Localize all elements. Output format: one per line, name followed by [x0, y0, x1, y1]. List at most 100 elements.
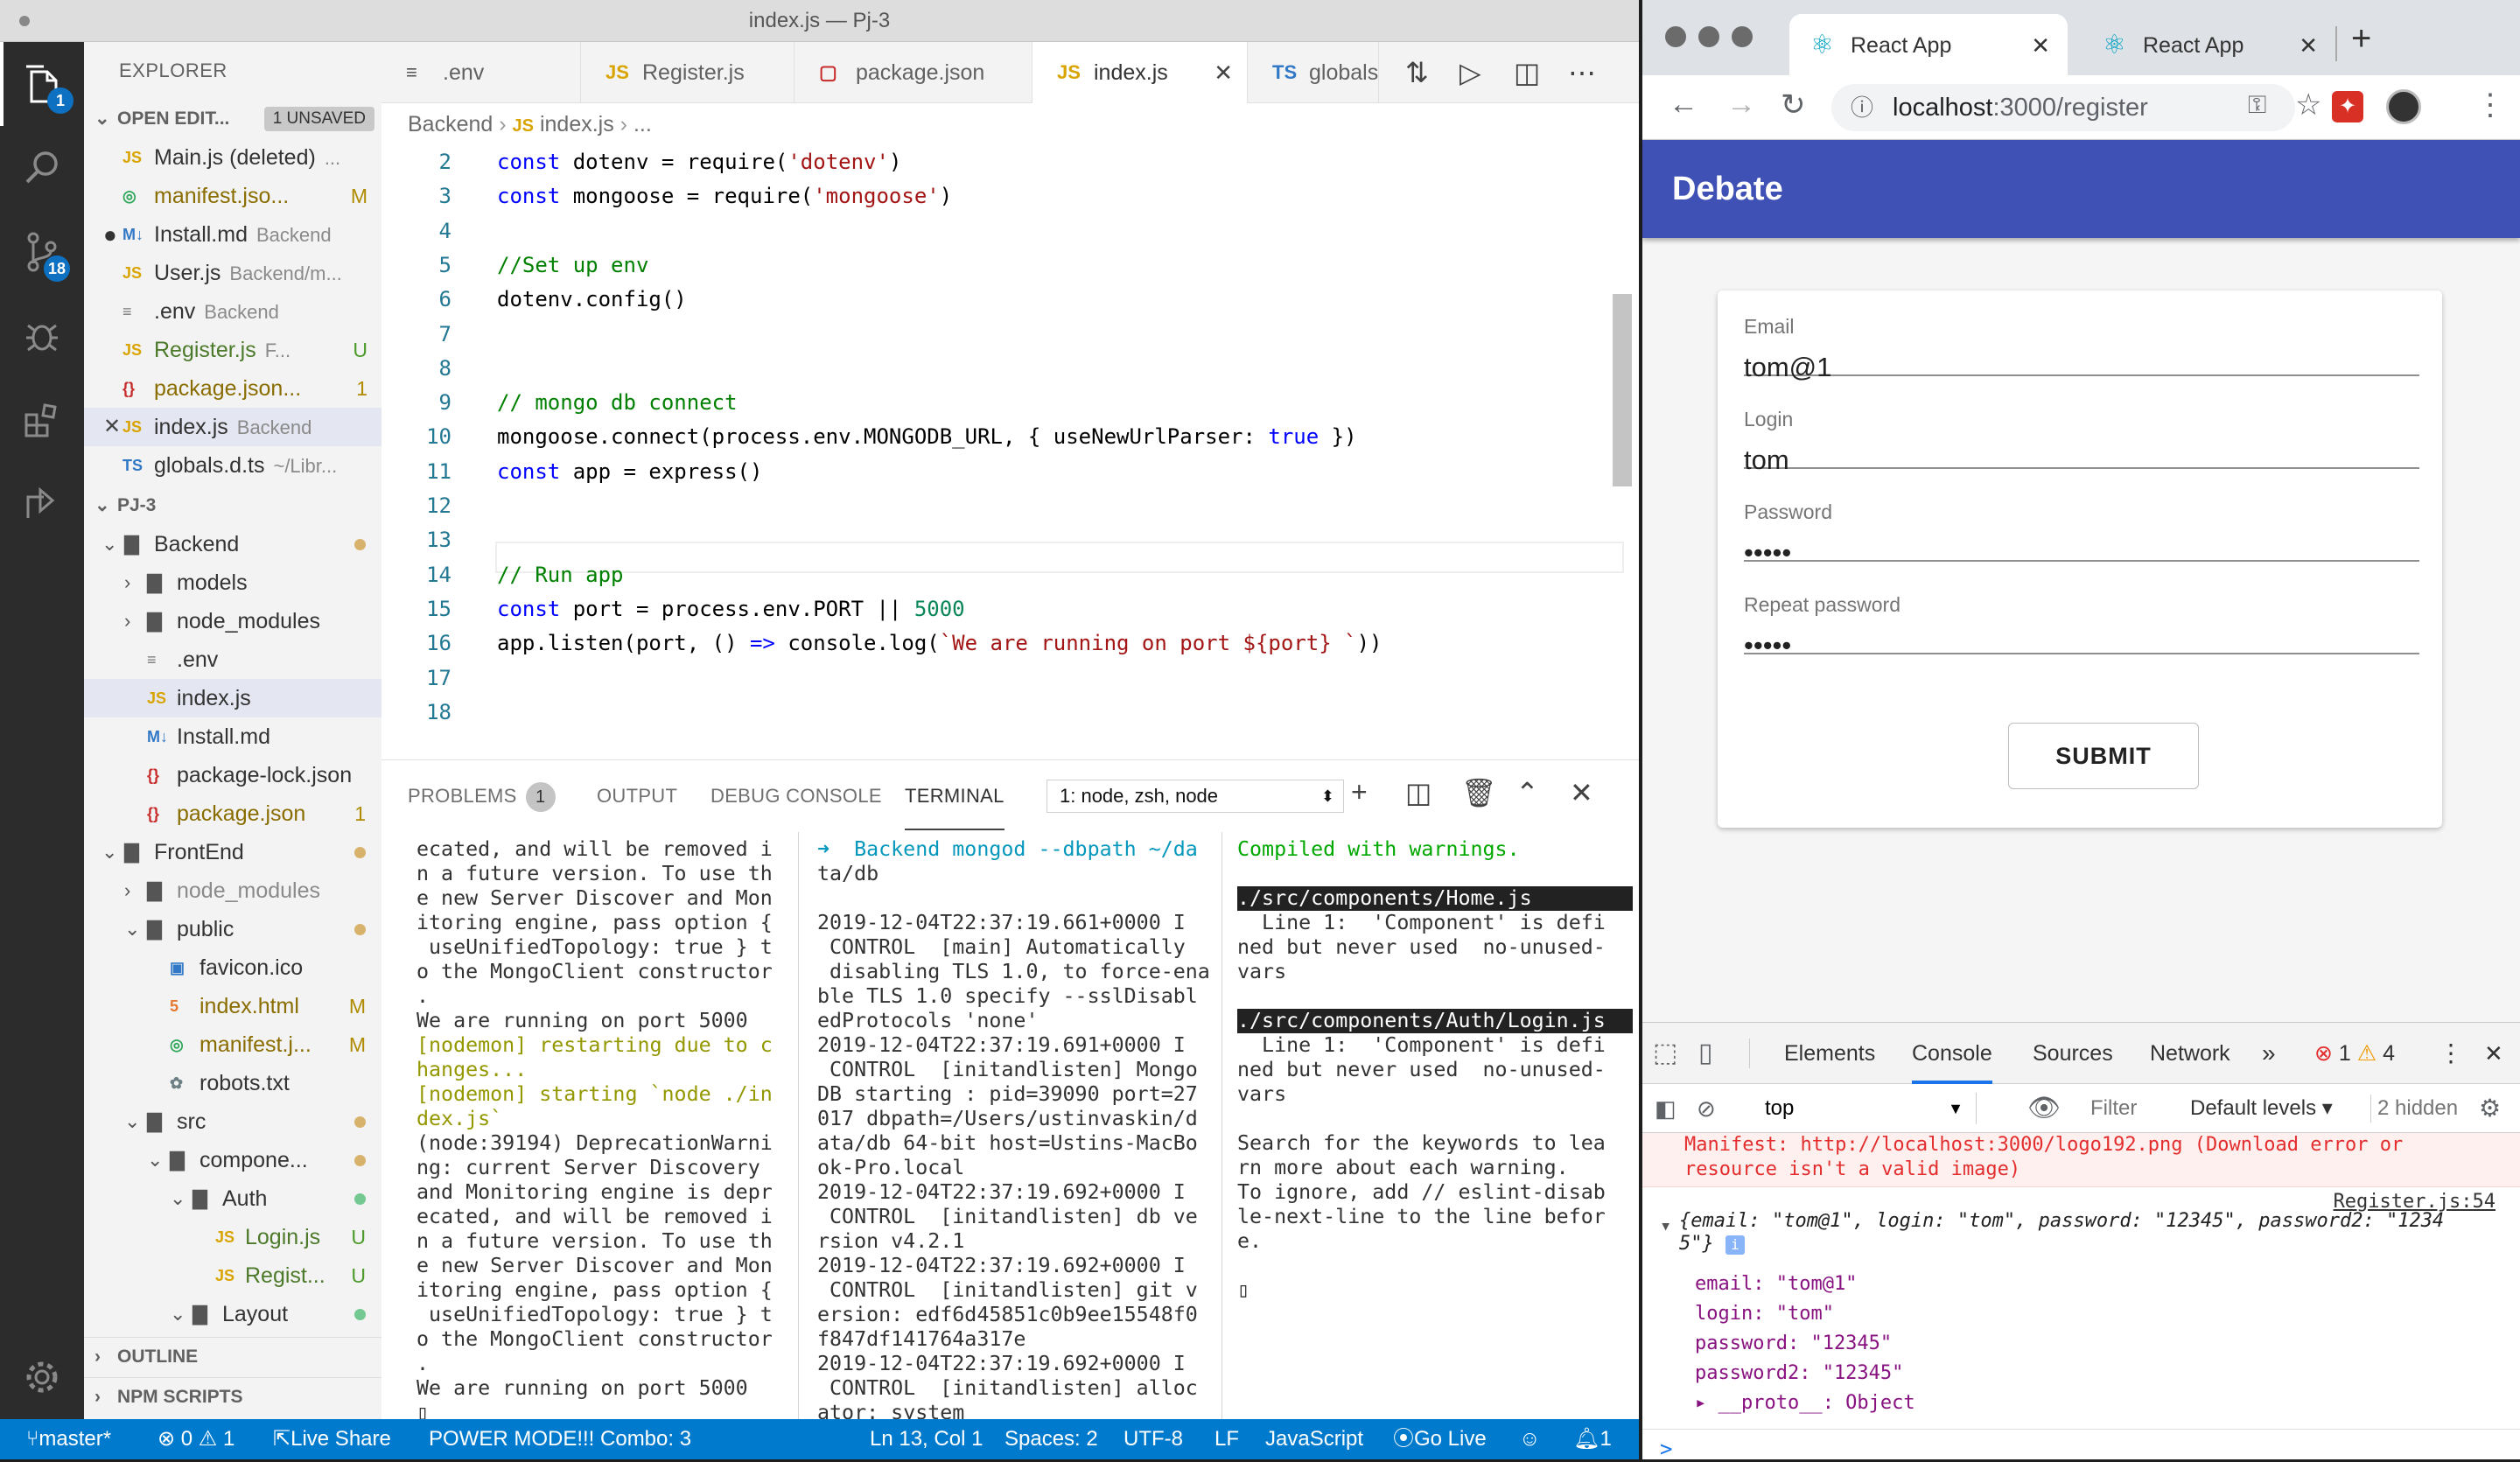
- language-mode[interactable]: JavaScript: [1265, 1419, 1363, 1459]
- breadcrumb-rest[interactable]: ...: [634, 112, 652, 136]
- inspect-element-icon[interactable]: ⬚: [1653, 1023, 1677, 1084]
- tree-folder[interactable]: ⌄ ▇ Layout: [84, 1295, 382, 1333]
- zoom-window-button[interactable]: [1732, 26, 1753, 47]
- tree-file[interactable]: ✿ robots.txt: [84, 1064, 382, 1102]
- chevron-right-icon[interactable]: ›: [124, 602, 130, 640]
- feedback-smiley-icon[interactable]: ☺: [1519, 1419, 1541, 1459]
- search-icon[interactable]: [0, 126, 84, 210]
- live-share-icon[interactable]: [0, 462, 84, 546]
- tree-file[interactable]: JS Login.js U: [84, 1218, 382, 1256]
- tab-network[interactable]: Network: [2150, 1023, 2230, 1084]
- extensions-icon[interactable]: [0, 378, 84, 462]
- tree-file[interactable]: JS index.js: [84, 679, 382, 717]
- tree-file[interactable]: 5 index.html M: [84, 987, 382, 1025]
- tree-file[interactable]: ▣ favicon.ico: [84, 948, 382, 987]
- address-bar[interactable]: ⓘ localhost:3000/register: [1831, 84, 2295, 131]
- tree-file[interactable]: ◎ manifest.j... M: [84, 1025, 382, 1064]
- chevron-down-icon[interactable]: ⌄: [170, 1179, 186, 1218]
- tree-folder[interactable]: ⌄ ▇ public: [84, 910, 382, 948]
- tree-folder[interactable]: ⌄ ▇ Backend: [84, 525, 382, 563]
- profile-avatar[interactable]: [2386, 89, 2421, 124]
- forward-arrow-icon[interactable]: →: [1726, 87, 1756, 122]
- notifications-bell-icon[interactable]: 🔔︎ 1: [1573, 1419, 1612, 1459]
- more-tabs-icon[interactable]: »: [2262, 1023, 2276, 1084]
- console-settings-gear-icon[interactable]: ⚙: [2479, 1084, 2501, 1133]
- open-editors-header[interactable]: ⌄ OPEN EDIT... 1 UNSAVED: [84, 100, 382, 138]
- chevron-right-icon[interactable]: ›: [124, 563, 130, 602]
- tree-folder[interactable]: ⌄ ▇ Auth: [84, 1179, 382, 1218]
- eye-icon[interactable]: 👁︎: [2027, 1084, 2061, 1133]
- browser-tab-2[interactable]: ⚛ React App ✕: [2082, 14, 2335, 75]
- bookmark-star-icon[interactable]: ☆: [2295, 87, 2321, 122]
- new-terminal-icon[interactable]: +: [1351, 776, 1368, 808]
- tree-file[interactable]: ≡ .env: [84, 640, 382, 679]
- email-field[interactable]: Email tom@1: [1744, 290, 2419, 382]
- encoding[interactable]: UTF-8: [1124, 1419, 1183, 1459]
- back-arrow-icon[interactable]: ←: [1669, 87, 1698, 122]
- close-tab-icon[interactable]: ✕: [2299, 14, 2318, 77]
- repeat-password-field[interactable]: Repeat password •••••: [1744, 569, 2419, 661]
- password-field[interactable]: Password •••••: [1744, 476, 2419, 568]
- tab-debug-console[interactable]: DEBUG CONSOLE: [710, 760, 882, 832]
- close-tab-icon[interactable]: ✕: [1214, 42, 1233, 103]
- code-editor[interactable]: 2 const dotenv = require('dotenv') 3 const …: [382, 141, 1624, 753]
- tree-file[interactable]: M↓ Install.md: [84, 717, 382, 756]
- trash-icon[interactable]: 🗑: [1461, 776, 1497, 809]
- close-editor-icon[interactable]: ✕: [103, 408, 121, 446]
- terminal-select[interactable]: 1: node, zsh, node ⬍: [1046, 780, 1344, 813]
- object-property[interactable]: ▸ __proto__: Object: [1695, 1390, 1915, 1417]
- tab-package-json[interactable]: ▢ package.json: [794, 42, 1032, 103]
- breadcrumb-root[interactable]: Backend: [408, 112, 493, 136]
- chevron-right-icon[interactable]: ›: [124, 871, 130, 910]
- open-editor-item[interactable]: ✕ JS index.js Backend: [84, 408, 382, 446]
- debug-icon[interactable]: [0, 294, 84, 378]
- device-toolbar-icon[interactable]: ▯: [1698, 1023, 1713, 1084]
- tab-index-js[interactable]: JS index.js ✕: [1032, 42, 1248, 103]
- open-editor-item[interactable]: JS Main.js (deleted)...: [84, 138, 382, 177]
- source-control-icon[interactable]: 18: [0, 210, 84, 294]
- sidebar-toggle-icon[interactable]: ◧: [1655, 1084, 1676, 1133]
- login-field[interactable]: Login tom: [1744, 383, 2419, 475]
- more-actions-icon[interactable]: ⋯: [1568, 56, 1596, 89]
- tab-globals-d[interactable]: TSglobals.d: [1248, 42, 1379, 103]
- submit-button[interactable]: SUBMIT: [2008, 723, 2199, 789]
- tree-folder[interactable]: ⌄ ▇ compone...: [84, 1141, 382, 1179]
- terminal-divider[interactable]: [798, 832, 799, 1420]
- end-of-line[interactable]: LF: [1214, 1419, 1239, 1459]
- chrome-menu-icon[interactable]: ⋮: [2475, 87, 2505, 122]
- indentation[interactable]: Spaces: 2: [1004, 1419, 1098, 1459]
- tab-register-js[interactable]: JS Register.js: [581, 42, 794, 103]
- npm-scripts-header[interactable]: › NPM SCRIPTS: [84, 1377, 382, 1416]
- terminal-pane-2[interactable]: ➜ Backend mongod --dbpath ~/da ta/db 2019-…: [817, 837, 1213, 1420]
- tree-file[interactable]: JS Regist... U: [84, 1256, 382, 1295]
- chevron-down-icon[interactable]: ⌄: [124, 910, 140, 948]
- tree-folder[interactable]: ⌄ ▇ FrontEnd: [84, 833, 382, 871]
- open-editor-item[interactable]: TS globals.d.ts ~/Libr...: [84, 446, 382, 485]
- open-editor-item[interactable]: JS User.js Backend/m...: [84, 254, 382, 292]
- compare-icon[interactable]: ⇅: [1405, 56, 1429, 89]
- log-levels-dropdown[interactable]: Default levels ▾: [2190, 1084, 2333, 1133]
- close-tab-icon[interactable]: ✕: [2031, 14, 2050, 77]
- cursor-position[interactable]: Ln 13, Col 1: [870, 1419, 983, 1459]
- split-terminal-icon[interactable]: ◫: [1405, 776, 1432, 809]
- open-editor-item[interactable]: {} package.json... 1: [84, 369, 382, 408]
- terminal-pane-1[interactable]: ecated, and will be removed in a future …: [416, 837, 784, 1420]
- branch-indicator[interactable]: ⑂ master*: [26, 1419, 111, 1459]
- outline-header[interactable]: › OUTLINE: [84, 1337, 382, 1375]
- editor-scrollbar[interactable]: [1613, 294, 1632, 486]
- tab-sources[interactable]: Sources: [2033, 1023, 2113, 1084]
- tab-elements[interactable]: Elements: [1784, 1023, 1875, 1084]
- key-icon[interactable]: ⚿: [2248, 91, 2266, 120]
- tab-console[interactable]: Console: [1912, 1023, 1992, 1084]
- chevron-down-icon[interactable]: ⌄: [147, 1141, 163, 1179]
- tab-terminal[interactable]: TERMINAL: [905, 760, 1004, 830]
- tree-folder[interactable]: › ▇ node_modules: [84, 871, 382, 910]
- terminal-pane-3[interactable]: Compiled with warnings. ./src/components/…: [1237, 837, 1633, 1420]
- tab-env[interactable]: ≡ .env: [382, 42, 581, 103]
- tree-file[interactable]: {} package-lock.json: [84, 756, 382, 794]
- open-editor-item[interactable]: ● M↓ Install.md Backend: [84, 215, 382, 254]
- chevron-down-icon[interactable]: ⌄: [102, 833, 117, 871]
- project-header[interactable]: ⌄ PJ-3: [84, 486, 382, 525]
- explorer-icon[interactable]: 1: [0, 42, 84, 126]
- open-editor-item[interactable]: ◎ manifest.jso... M: [84, 177, 382, 215]
